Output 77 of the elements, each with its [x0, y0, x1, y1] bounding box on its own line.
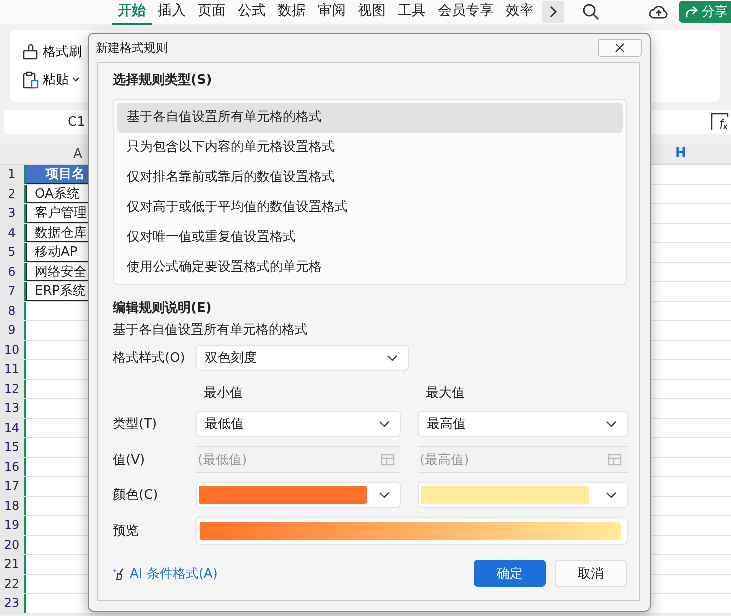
row-number[interactable]: 9: [0, 321, 26, 340]
menu-tab[interactable]: 视图: [352, 0, 392, 24]
rule-type-item[interactable]: 只为包含以下内容的单元格设置格式: [117, 133, 623, 163]
name-box[interactable]: C1: [68, 114, 86, 130]
menu-tab[interactable]: 效率: [500, 0, 540, 24]
search-icon[interactable]: [582, 3, 600, 21]
row-number[interactable]: 3: [0, 204, 26, 222]
share-icon: [685, 5, 699, 19]
row-number[interactable]: 22: [0, 574, 26, 593]
type-dropdown[interactable]: 最低值: [196, 411, 401, 437]
ai-format-link[interactable]: AI 条件格式(A): [113, 564, 218, 582]
dialog-title: 新建格式规则: [96, 40, 168, 56]
rule-type-item[interactable]: 基于各自值设置所有单元格的格式: [117, 103, 623, 133]
clipboard-icon: [22, 71, 40, 89]
color-dropdown[interactable]: [196, 482, 401, 508]
row-number[interactable]: 23: [0, 594, 26, 612]
row-number[interactable]: 10: [0, 340, 26, 359]
field-label: 颜色(C): [113, 487, 160, 504]
row-number[interactable]: 5: [0, 243, 26, 262]
field-label: 类型(T): [113, 416, 158, 433]
function-icon[interactable]: [711, 113, 729, 131]
rule-type-item[interactable]: 使用公式确定要设置格式的单元格: [117, 253, 623, 283]
field-label: 值(V): [113, 452, 146, 468]
row-number[interactable]: 1: [0, 165, 26, 184]
row-number[interactable]: 15: [0, 438, 26, 456]
cloud-upload-icon[interactable]: [649, 4, 669, 20]
chevron-right-icon: [548, 5, 558, 19]
row-number[interactable]: 6: [0, 262, 26, 281]
row-number[interactable]: 2: [0, 184, 26, 203]
row-number[interactable]: 4: [0, 224, 26, 242]
row-number[interactable]: 16: [0, 458, 26, 476]
menu-tab[interactable]: 开始: [112, 0, 152, 24]
format-painter-button[interactable]: 格式刷: [20, 41, 84, 63]
row-number[interactable]: 11: [0, 360, 26, 378]
chevron-down-icon: [387, 354, 398, 362]
ok-button[interactable]: 确定: [474, 560, 546, 587]
row-number[interactable]: 12: [0, 380, 26, 398]
column-heading: 最小值: [203, 385, 244, 402]
rule-type-item[interactable]: 仅对唯一值或重复值设置格式: [117, 223, 623, 253]
caret-icon: [72, 77, 80, 83]
row-number[interactable]: 14: [0, 418, 26, 437]
cancel-button[interactable]: 取消: [555, 560, 627, 587]
menu-tab[interactable]: 工具: [392, 0, 432, 24]
close-icon: [615, 43, 625, 53]
field-label: 格式样式(O): [113, 350, 186, 367]
field-label: 预览: [113, 523, 140, 540]
row-number[interactable]: 17: [0, 477, 26, 496]
row-number[interactable]: 21: [0, 555, 26, 574]
column-header[interactable]: H: [666, 144, 696, 164]
type-dropdown[interactable]: 最高值: [418, 411, 628, 437]
chevron-down-icon: [379, 420, 390, 428]
menu-tab[interactable]: 数据: [272, 0, 312, 24]
chevron-down-icon: [379, 492, 390, 498]
section-heading: 选择规则类型(S): [113, 72, 214, 90]
menu-tab[interactable]: 审阅: [312, 0, 352, 24]
column-heading: 最大值: [425, 385, 466, 402]
row-number[interactable]: 8: [0, 302, 26, 320]
rule-description: 基于各自值设置所有单元格的格式: [113, 322, 309, 340]
paste-button[interactable]: 粘贴: [20, 69, 82, 91]
menu-tab[interactable]: 页面: [192, 0, 232, 24]
row-number[interactable]: 19: [0, 516, 26, 534]
chevron-down-icon: [606, 420, 617, 428]
format-style-dropdown[interactable]: 双色刻度: [196, 345, 409, 371]
color-dropdown[interactable]: [418, 482, 628, 508]
rule-type-item[interactable]: 仅对高于或低于平均值的数值设置格式: [117, 193, 623, 223]
close-button[interactable]: [598, 39, 642, 57]
row-number[interactable]: 18: [0, 496, 26, 515]
share-button[interactable]: 分享: [679, 1, 731, 23]
section-heading: 编辑规则说明(E): [113, 300, 213, 318]
row-number[interactable]: 20: [0, 536, 26, 554]
menu-tab[interactable]: 会员专享: [432, 0, 500, 24]
row-number[interactable]: 13: [0, 399, 26, 418]
menu-tab[interactable]: 插入: [152, 0, 192, 24]
more-button[interactable]: [542, 1, 564, 23]
menu-tab[interactable]: 公式: [232, 0, 272, 24]
row-number[interactable]: 7: [0, 282, 26, 300]
chevron-down-icon: [606, 492, 617, 498]
